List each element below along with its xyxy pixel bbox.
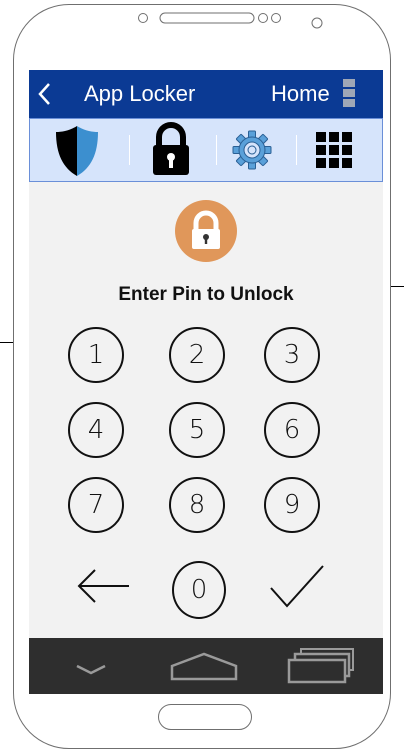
- android-nav-bar: [29, 638, 383, 694]
- keypad-key-6[interactable]: 6: [264, 402, 320, 458]
- right-guide-line: [391, 286, 404, 287]
- recent-apps-icon[interactable]: [287, 646, 355, 686]
- tab-shield[interactable]: [54, 119, 102, 181]
- tab-divider: [129, 135, 130, 165]
- checkmark-icon[interactable]: [269, 562, 325, 610]
- chevron-down-icon[interactable]: [75, 648, 107, 684]
- phone-top-hardware: [138, 12, 323, 29]
- keypad-key-4[interactable]: 4: [68, 402, 124, 458]
- padlock-icon: [153, 122, 189, 175]
- keypad-key-7[interactable]: 7: [68, 477, 124, 533]
- tab-lock[interactable]: [147, 119, 195, 181]
- sensor-icon: [258, 13, 268, 23]
- shield-icon: [56, 126, 98, 176]
- keypad-key-0[interactable]: 0: [172, 561, 226, 619]
- sensor-icon: [271, 13, 281, 23]
- gear-icon: [232, 130, 272, 170]
- sensor-icon: [311, 17, 323, 29]
- speaker-grille: [159, 12, 255, 24]
- overflow-menu-icon[interactable]: [343, 79, 357, 109]
- tab-divider: [216, 135, 217, 165]
- lock-badge-icon: [175, 200, 237, 262]
- back-chevron-icon[interactable]: [37, 82, 51, 106]
- tab-settings[interactable]: [228, 119, 276, 181]
- left-guide-line: [0, 342, 13, 343]
- keypad-key-1[interactable]: 1: [68, 327, 124, 383]
- keypad-key-2[interactable]: 2: [169, 327, 225, 383]
- tab-bar: [29, 118, 383, 182]
- grid-icon: [316, 132, 352, 168]
- pin-prompt: Enter Pin to Unlock: [118, 284, 294, 305]
- title-bar: App Locker Home: [29, 70, 383, 118]
- phone-screen: App Locker Home Enter Pin to Unlock 1 2 …: [29, 70, 383, 694]
- keypad-key-3[interactable]: 3: [264, 327, 320, 383]
- keypad-key-9[interactable]: 9: [264, 477, 320, 533]
- home-link[interactable]: Home: [271, 81, 330, 107]
- physical-home-button[interactable]: [158, 704, 252, 730]
- tab-divider: [296, 135, 297, 165]
- keypad-key-5[interactable]: 5: [169, 402, 225, 458]
- app-title: App Locker: [84, 81, 196, 106]
- home-outline-icon[interactable]: [169, 648, 239, 684]
- tab-apps[interactable]: [312, 119, 356, 181]
- pin-entry-panel: Enter Pin to Unlock 1 2 3 4 5 6 7 8 9 0: [29, 182, 383, 638]
- camera-icon: [138, 13, 148, 23]
- backspace-arrow-icon[interactable]: [75, 568, 131, 604]
- keypad-key-8[interactable]: 8: [169, 477, 225, 533]
